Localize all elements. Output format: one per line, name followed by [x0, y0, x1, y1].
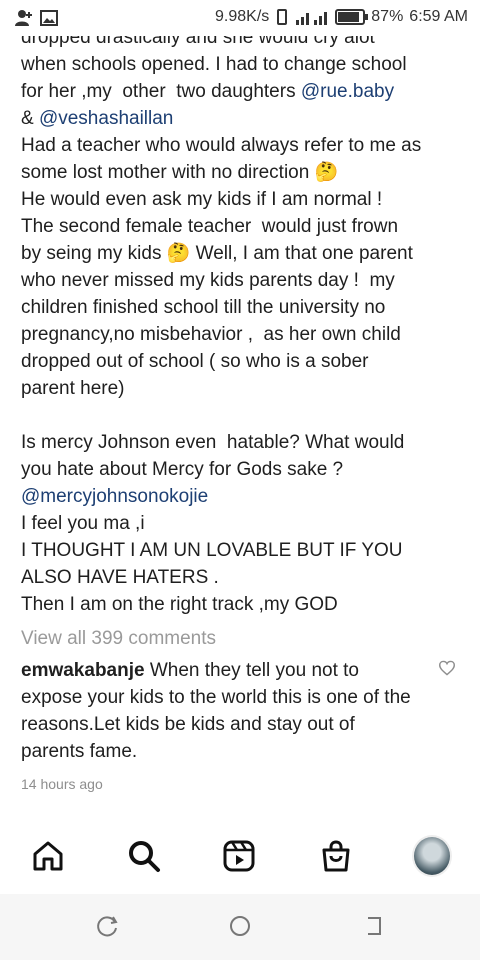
profile-avatar	[412, 835, 452, 877]
caption-line: when schools opened. I had to change sch…	[21, 54, 407, 75]
caption-line: Is mercy Johnson even hatable? What woul…	[21, 432, 405, 453]
caption-line: & @veshashaillan	[21, 108, 174, 129]
caption-line: children finished school till the univer…	[21, 297, 386, 318]
post-caption: dropped drastically and she would cry al…	[21, 24, 466, 618]
signal-icon	[296, 12, 328, 25]
caption-line: you hate about Mercy for Gods sake ?	[21, 459, 344, 480]
caption-line: The second female teacher would just fro…	[21, 216, 399, 237]
shop-icon	[322, 840, 350, 872]
nav-profile-button[interactable]	[412, 835, 452, 877]
caption-line: Had a teacher who would always refer to …	[21, 135, 422, 156]
bottom-nav	[0, 818, 480, 894]
caption-line: ALSO HAVE HATERS .	[21, 567, 219, 588]
back-icon[interactable]	[362, 914, 386, 938]
comment: emwakabanje When they tell you not to ex…	[21, 657, 416, 765]
recent-apps-icon[interactable]	[96, 914, 120, 938]
nav-reels-button[interactable]	[219, 836, 259, 876]
mention-link[interactable]: @rue.baby	[301, 81, 394, 102]
caption-line: He would even ask my kids if I am normal…	[21, 189, 383, 210]
search-icon	[129, 841, 160, 872]
home-circle-icon[interactable]	[228, 914, 252, 938]
person-add-icon	[15, 10, 32, 26]
caption-line: dropped out of school ( so who is a sobe…	[21, 351, 369, 372]
caption-line: I feel you ma ,i	[21, 513, 145, 534]
reels-icon	[223, 840, 255, 872]
battery-icon	[335, 9, 369, 25]
status-left	[14, 9, 58, 27]
caption-line: for her ,my other two daughters @rue.bab…	[21, 81, 395, 102]
nav-home-button[interactable]	[28, 836, 68, 876]
caption-line: I THOUGHT I AM UN LOVABLE BUT IF YOU	[21, 540, 403, 561]
heart-icon[interactable]	[438, 660, 456, 676]
caption-line: pregnancy,no misbehavior , as her own ch…	[21, 324, 401, 345]
mention-link[interactable]: @veshashaillan	[39, 108, 173, 129]
vibrate-icon	[277, 9, 288, 25]
battery-percent: 87%	[371, 8, 404, 25]
post-timestamp: 14 hours ago	[21, 776, 103, 792]
caption-line: parent here)	[21, 378, 125, 399]
network-speed: 9.98K/s	[215, 8, 270, 25]
caption-line: Then I am on the right track ,my GOD	[21, 594, 338, 615]
status-bar: 9.98K/s 87% 6:59 AM	[0, 0, 480, 36]
caption-line[interactable]: @mercyjohnsonokojie	[21, 483, 466, 510]
comment-username[interactable]: emwakabanje	[21, 660, 145, 681]
caption-line: by seing my kids 🤔 Well, I am that one p…	[21, 243, 413, 264]
view-all-comments-link[interactable]: View all 399 comments	[21, 628, 216, 650]
clock: 6:59 AM	[409, 8, 468, 25]
caption-line: who never missed my kids parents day ! m…	[21, 270, 395, 291]
nav-search-button[interactable]	[124, 836, 164, 876]
caption-line: some lost mother with no direction 🤔	[21, 162, 339, 183]
system-nav-bar	[0, 894, 480, 960]
status-right: 9.98K/s 87% 6:59 AM	[215, 8, 468, 26]
nav-shop-button[interactable]	[316, 836, 356, 876]
home-icon	[33, 841, 63, 871]
image-icon	[40, 10, 58, 26]
